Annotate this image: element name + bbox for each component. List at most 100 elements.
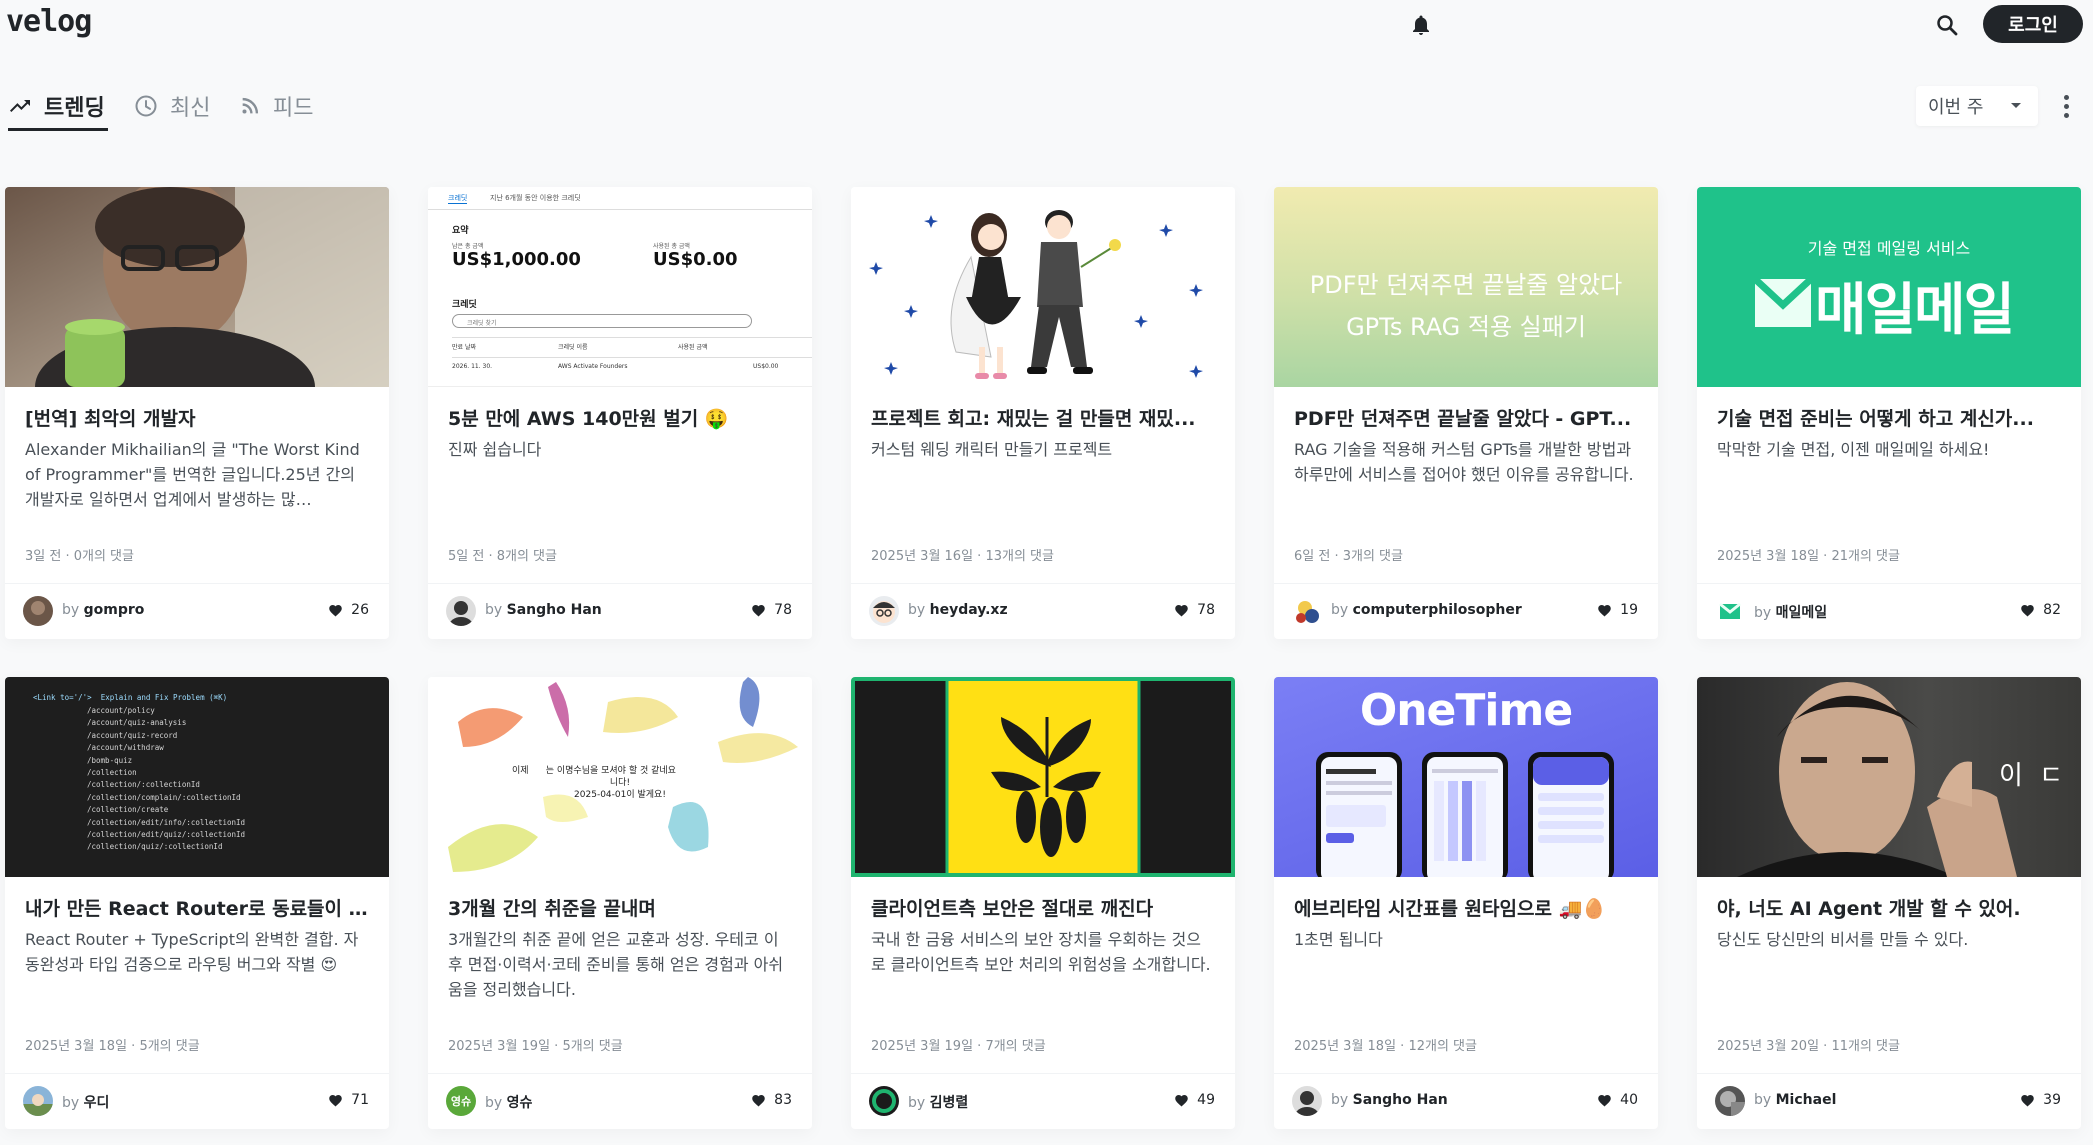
search-icon[interactable] (1932, 10, 1962, 40)
post-title[interactable]: 야, 너도 AI Agent 개발 할 수 있어. (1717, 895, 2061, 923)
avatar[interactable] (869, 1086, 899, 1116)
post-card[interactable]: 크레딧 지난 6개월 동안 이용한 크레딧 요약 남은 총 금액 US$1,00… (428, 187, 812, 639)
post-meta: 2025년 3월 18일 · 21개의 댓글 (1717, 549, 1900, 564)
thumb-divider (452, 337, 812, 338)
thumb-text: /collection/quiz/:collectionId (87, 842, 223, 852)
velog-logo[interactable]: velog (6, 4, 92, 39)
author-line[interactable]: by 영슈 (485, 1092, 532, 1112)
thumb-text: /account/quiz-analysis (87, 718, 187, 728)
post-card[interactable]: 기술 면접 메일링 서비스 매일메일 기술 면접 준비는 어떻게 하고 계신가.… (1697, 187, 2081, 639)
login-button[interactable]: 로그인 (1983, 5, 2083, 43)
post-thumbnail[interactable]: <Link to='/'> Explain and Fix Problem (⌘… (5, 677, 389, 877)
thumb-text: /collection/complain/:collectionId (87, 792, 241, 802)
thumb-divider (428, 209, 812, 210)
author-name: 우디 (83, 1095, 110, 1111)
thumb-text: GPTs RAG 적용 실패기 (1346, 313, 1586, 341)
heart-icon (329, 1095, 342, 1107)
author-line[interactable]: by 김병렬 (908, 1092, 968, 1112)
post-title[interactable]: PDF만 던져주면 끝날줄 알았다 - GPT... (1294, 405, 1638, 433)
thumb-text: <Link to='/'> Explain and Fix Problem (⌘… (33, 693, 228, 702)
avatar[interactable] (23, 596, 53, 626)
post-card[interactable]: 이 ㄷ 야, 너도 AI Agent 개발 할 수 있어. 당신도 당신만의 비… (1697, 677, 2081, 1129)
avatar[interactable]: 영슈 (446, 1086, 476, 1116)
thumb-text: PDF만 던져주면 끝날줄 알았다 (1309, 271, 1623, 299)
post-title[interactable]: 기술 면접 준비는 어떻게 하고 계신가... (1717, 405, 2061, 433)
post-title[interactable]: 5분 만에 AWS 140만원 벌기 🤑 (448, 405, 792, 433)
post-title[interactable]: 에브리타임 시간표를 원타임으로 🚚🥚 (1294, 895, 1638, 923)
bell-icon[interactable] (1406, 10, 1436, 40)
post-body: 에브리타임 시간표를 원타임으로 🚚🥚 1초면 됩니다 (1294, 895, 1638, 1002)
post-footer: by Michael 39 (1697, 1073, 2081, 1129)
post-body: 5분 만에 AWS 140만원 벌기 🤑 진짜 쉽습니다 (448, 405, 792, 512)
post-thumbnail[interactable]: 기술 면접 메일링 서비스 매일메일 (1697, 187, 2081, 387)
post-card[interactable]: [번역] 최악의 개발자 Alexander Mikhailian의 글 "Th… (5, 187, 389, 639)
post-body: [번역] 최악의 개발자 Alexander Mikhailian의 글 "Th… (25, 405, 369, 512)
post-thumbnail[interactable]: 크레딧 지난 6개월 동안 이용한 크레딧 요약 남은 총 금액 US$1,00… (428, 187, 812, 387)
mail-icon (1755, 279, 1811, 327)
post-title[interactable]: 클라이언트측 보안은 절대로 깨진다 (871, 895, 1215, 923)
post-card[interactable]: OneTime 에브리타임 시간표를 원타임으로 🚚🥚 1초면 됩니다 2025… (1274, 677, 1658, 1129)
period-select[interactable]: 이번 주 (1916, 86, 2038, 126)
post-thumbnail[interactable] (5, 187, 389, 387)
thumb-text: /account/policy (87, 706, 155, 715)
post-card[interactable]: <Link to='/'> Explain and Fix Problem (⌘… (5, 677, 389, 1129)
post-thumbnail[interactable] (851, 187, 1235, 387)
post-footer: by Sangho Han 78 (428, 583, 812, 639)
thumb-text: /collection/edit/quiz/:collectionId (87, 830, 246, 840)
post-title[interactable]: 내가 만든 React Router로 동료들이 ... (25, 895, 369, 923)
post-card[interactable]: 클라이언트측 보안은 절대로 깨진다 국내 한 금융 서비스의 보안 장치를 우… (851, 677, 1235, 1129)
avatar[interactable] (869, 596, 899, 626)
thumb-text: 요약 (452, 226, 469, 236)
author-name: heyday.xz (929, 602, 1008, 618)
like-count: 78 (751, 602, 792, 618)
post-footer: by 우디 71 (5, 1073, 389, 1129)
top-header: velog 로그인 (0, 0, 2093, 48)
post-description: 3개월간의 취준 끝에 얻은 교훈과 성장. 우테코 이후 면접·이력서·코테 … (448, 930, 784, 999)
post-meta: 5일 전 · 8개의 댓글 (448, 549, 557, 564)
post-thumbnail[interactable]: OneTime (1274, 677, 1658, 877)
by-label: by (62, 1095, 80, 1111)
avatar[interactable] (23, 1086, 53, 1116)
avatar[interactable] (1715, 596, 1745, 626)
heart-icon (2021, 1095, 2034, 1107)
post-title[interactable]: 3개월 간의 취준을 끝내며 (448, 895, 792, 923)
avatar[interactable] (1715, 1086, 1745, 1116)
tab-label: 트렌딩 (44, 96, 105, 121)
tab-latest[interactable]: 최신 (134, 86, 210, 126)
post-thumbnail[interactable]: 이제 는 이명수님을 모셔야 할 것 같네요 니다! 2025-04-01이 발… (428, 677, 812, 877)
heart-icon (2021, 605, 2034, 617)
post-card[interactable]: 이제 는 이명수님을 모셔야 할 것 같네요 니다! 2025-04-01이 발… (428, 677, 812, 1129)
thumb-text: 매일메일 (1815, 278, 2015, 343)
author-line[interactable]: by Sangho Han (1331, 1092, 1448, 1108)
by-label: by (1331, 1092, 1349, 1108)
post-thumbnail[interactable]: PDF만 던져주면 끝날줄 알았다 GPTs RAG 적용 실패기 (1274, 187, 1658, 387)
post-title[interactable]: [번역] 최악의 개발자 (25, 405, 369, 433)
like-count: 49 (1174, 1092, 1215, 1108)
author-line[interactable]: by 우디 (62, 1092, 109, 1112)
post-title[interactable]: 프로젝트 회고: 재밌는 걸 만들면 재밌... (871, 405, 1215, 433)
more-menu-button[interactable] (2054, 90, 2078, 122)
post-card[interactable]: 프로젝트 회고: 재밌는 걸 만들면 재밌... 커스텀 웨딩 캐릭터 만들기 … (851, 187, 1235, 639)
author-line[interactable]: by heyday.xz (908, 602, 1008, 618)
thumb-text: US$0.00 (653, 249, 738, 270)
like-count: 40 (1597, 1092, 1638, 1108)
avatar[interactable] (1292, 596, 1322, 626)
author-line[interactable]: by Michael (1754, 1092, 1836, 1108)
avatar[interactable] (1292, 1086, 1322, 1116)
tab-trending[interactable]: 트렌딩 (8, 86, 105, 126)
post-thumbnail[interactable]: 이 ㄷ (1697, 677, 2081, 877)
post-meta: 2025년 3월 20일 · 11개의 댓글 (1717, 1039, 1900, 1054)
author-line[interactable]: by 매일메일 (1754, 602, 1827, 622)
avatar[interactable] (446, 596, 476, 626)
post-thumbnail[interactable] (851, 677, 1235, 877)
thumb-text: 2026. 11. 30. (452, 363, 493, 370)
like-number: 39 (2043, 1092, 2061, 1108)
thumb-text: /collection/:collectionId (87, 780, 200, 790)
like-number: 49 (1197, 1092, 1215, 1108)
author-line[interactable]: by computerphilosopher (1331, 602, 1522, 618)
author-line[interactable]: by Sangho Han (485, 602, 602, 618)
tab-feed[interactable]: 피드 (239, 86, 313, 126)
author-line[interactable]: by gompro (62, 602, 144, 618)
post-footer: by heyday.xz 78 (851, 583, 1235, 639)
post-card[interactable]: PDF만 던져주면 끝날줄 알았다 GPTs RAG 적용 실패기 PDF만 던… (1274, 187, 1658, 639)
